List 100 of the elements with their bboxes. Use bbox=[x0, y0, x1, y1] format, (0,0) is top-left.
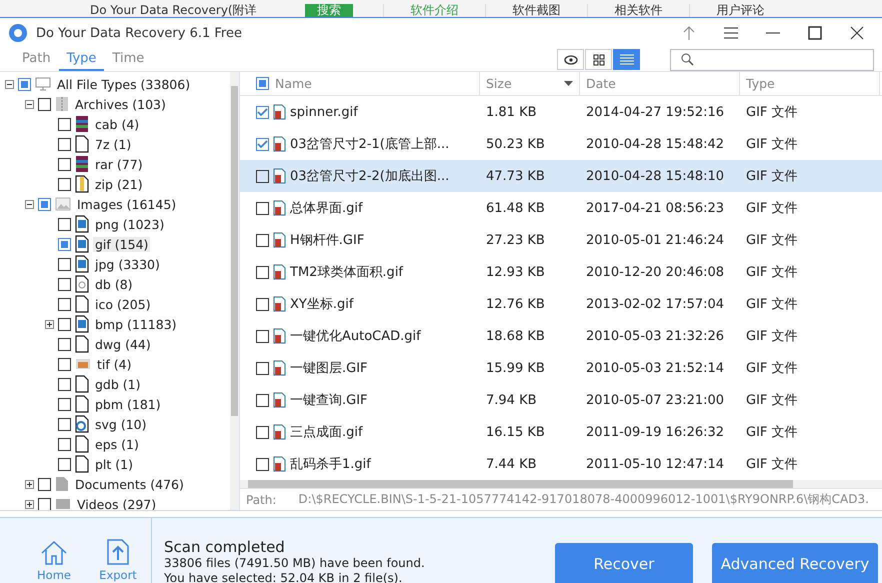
view-toggle-button[interactable] bbox=[613, 49, 640, 70]
checkbox[interactable] bbox=[58, 338, 71, 350]
archive-file-icon bbox=[75, 115, 89, 133]
checkbox[interactable] bbox=[256, 138, 269, 150]
recover-button[interactable]: Recover bbox=[555, 543, 693, 583]
web-nav-link[interactable]: 用户评论 bbox=[689, 4, 791, 17]
file-row[interactable]: 一键图层.GIF 15.99 KB 2010-05-03 21:52:14 GIF 文件 bbox=[240, 352, 882, 384]
checkbox[interactable] bbox=[256, 106, 269, 118]
expand-toggle[interactable] bbox=[25, 500, 34, 508]
view-toggle-button[interactable] bbox=[557, 49, 584, 70]
file-row[interactable]: 03岔管尺寸2-1(底管上部... 50.23 KB 2010-04-28 15:48:42 GIF 文件 bbox=[240, 128, 882, 160]
checkbox[interactable] bbox=[58, 158, 71, 170]
tree-item[interactable]: Videos (297) bbox=[75, 496, 158, 510]
file-row[interactable]: 乱码杀手1.gif 7.44 KB 2011-05-10 12:47:14 GIF 文件 bbox=[240, 448, 882, 480]
checkbox[interactable] bbox=[38, 98, 51, 110]
advanced-recovery-button[interactable]: Advanced Recovery bbox=[712, 543, 878, 583]
checkbox[interactable] bbox=[58, 218, 71, 230]
tab[interactable]: Time bbox=[104, 51, 152, 71]
file-row[interactable]: TM2球类体面积.gif 12.93 KB 2010-12-20 20:46:08 GIF 文件 bbox=[240, 256, 882, 288]
file-name: H钢杆件.GIF bbox=[290, 232, 364, 249]
checkbox[interactable] bbox=[18, 78, 31, 90]
tree-item[interactable]: Images (16145) bbox=[75, 196, 178, 212]
expand-toggle[interactable] bbox=[25, 480, 34, 488]
checkbox[interactable] bbox=[58, 418, 71, 430]
web-nav-link[interactable]: 相关软件 bbox=[587, 4, 689, 17]
file-row[interactable]: XY坐标.gif 12.76 KB 2013-02-02 17:57:04 GIF 文件 bbox=[240, 288, 882, 320]
search-field[interactable] bbox=[670, 48, 874, 70]
checkbox[interactable] bbox=[256, 362, 269, 374]
checkbox[interactable] bbox=[58, 398, 71, 410]
checkbox[interactable] bbox=[58, 238, 71, 250]
collapse-toggle[interactable] bbox=[25, 100, 34, 108]
column-header[interactable]: Date bbox=[586, 76, 616, 91]
checkbox[interactable] bbox=[58, 378, 71, 390]
checkbox[interactable] bbox=[256, 330, 269, 342]
column-header[interactable]: Name bbox=[275, 76, 312, 91]
web-nav-link[interactable]: 软件截图 bbox=[485, 4, 587, 17]
tree-item[interactable]: cab (4) bbox=[93, 116, 142, 132]
view-toggle-button[interactable] bbox=[585, 49, 612, 70]
expand-toggle[interactable] bbox=[45, 320, 54, 328]
checkbox[interactable] bbox=[256, 170, 269, 182]
checkbox[interactable] bbox=[38, 498, 51, 510]
checkbox[interactable] bbox=[256, 202, 269, 214]
list-icon bbox=[620, 54, 634, 65]
image-file-icon bbox=[75, 315, 89, 333]
file-row[interactable]: spinner.gif 1.81 KB 2014-04-27 19:52:16 GIF 文件 bbox=[240, 96, 882, 128]
checkbox[interactable] bbox=[58, 318, 71, 330]
checkbox[interactable] bbox=[58, 458, 71, 470]
tree-item[interactable]: bmp (11183) bbox=[93, 316, 179, 332]
file-row[interactable]: H钢杆件.GIF 27.23 KB 2010-05-01 21:46:24 GIF 文件 bbox=[240, 224, 882, 256]
checkbox[interactable] bbox=[58, 278, 71, 290]
collapse-toggle[interactable] bbox=[5, 80, 14, 88]
checkbox[interactable] bbox=[256, 298, 269, 310]
file-row[interactable]: 一键查询.GIF 7.94 KB 2010-05-07 23:21:00 GIF 文件 bbox=[240, 384, 882, 416]
tree-item[interactable]: gdb (1) bbox=[93, 376, 142, 392]
checkbox[interactable] bbox=[256, 458, 269, 470]
checkbox[interactable] bbox=[58, 438, 71, 450]
tree-item[interactable]: All File Types (33806) bbox=[55, 76, 192, 92]
tree-item[interactable]: svg (10) bbox=[93, 416, 148, 432]
tree-item[interactable]: Archives (103) bbox=[73, 96, 168, 112]
file-row[interactable]: 总体界面.gif 61.48 KB 2017-04-21 08:56:23 GIF 文件 bbox=[240, 192, 882, 224]
checkbox[interactable] bbox=[58, 178, 71, 190]
tab[interactable]: Type bbox=[58, 51, 104, 71]
file-row[interactable]: 03岔管尺寸2-2(加底出图... 47.73 KB 2010-04-28 15:48:10 GIF 文件 bbox=[240, 160, 882, 192]
file-name: 03岔管尺寸2-2(加底出图... bbox=[290, 168, 450, 185]
tree-item[interactable]: plt (1) bbox=[93, 456, 135, 472]
column-header[interactable]: Size bbox=[486, 76, 512, 91]
tree-item[interactable]: png (1023) bbox=[93, 216, 166, 232]
tree-item[interactable]: tif (4) bbox=[95, 356, 134, 372]
tree-item[interactable]: Documents (476) bbox=[73, 476, 186, 492]
checkbox[interactable] bbox=[38, 198, 51, 210]
checkbox[interactable] bbox=[256, 426, 269, 438]
gif-file-icon bbox=[273, 456, 286, 472]
tree-item[interactable]: db (8) bbox=[93, 276, 135, 292]
file-row[interactable]: 三点成面.gif 16.15 KB 2011-09-19 16:26:32 GIF 文件 bbox=[240, 416, 882, 448]
checkbox[interactable] bbox=[58, 358, 71, 370]
tree-item[interactable]: gif (154) bbox=[93, 236, 150, 252]
horizontal-scrollbar[interactable] bbox=[240, 480, 882, 488]
collapse-toggle[interactable] bbox=[25, 200, 34, 208]
tree-item[interactable]: pbm (181) bbox=[93, 396, 163, 412]
file-row[interactable]: 一键优化AutoCAD.gif 18.68 KB 2010-05-03 21:32:26 GIF 文件 bbox=[240, 320, 882, 352]
checkbox[interactable] bbox=[256, 77, 269, 90]
checkbox[interactable] bbox=[256, 394, 269, 406]
column-header[interactable]: Type bbox=[746, 76, 775, 91]
tree-item[interactable]: rar (77) bbox=[93, 156, 145, 172]
tree-item[interactable]: eps (1) bbox=[93, 436, 141, 452]
tree-item[interactable]: zip (21) bbox=[93, 176, 145, 192]
tree-item[interactable]: dwg (44) bbox=[93, 336, 153, 352]
checkbox[interactable] bbox=[58, 138, 71, 150]
checkbox[interactable] bbox=[58, 118, 71, 130]
tree-item[interactable]: ico (205) bbox=[93, 296, 153, 312]
checkbox[interactable] bbox=[38, 478, 51, 490]
tree-item[interactable]: 7z (1) bbox=[93, 136, 134, 152]
tree-item[interactable]: jpg (3330) bbox=[93, 256, 162, 272]
checkbox[interactable] bbox=[58, 258, 71, 270]
checkbox[interactable] bbox=[58, 298, 71, 310]
checkbox[interactable] bbox=[256, 266, 269, 278]
file-date: 2010-05-03 21:52:14 bbox=[585, 360, 726, 376]
tab[interactable]: Path bbox=[14, 51, 59, 71]
checkbox[interactable] bbox=[256, 234, 269, 246]
scrollbar[interactable] bbox=[230, 72, 239, 510]
